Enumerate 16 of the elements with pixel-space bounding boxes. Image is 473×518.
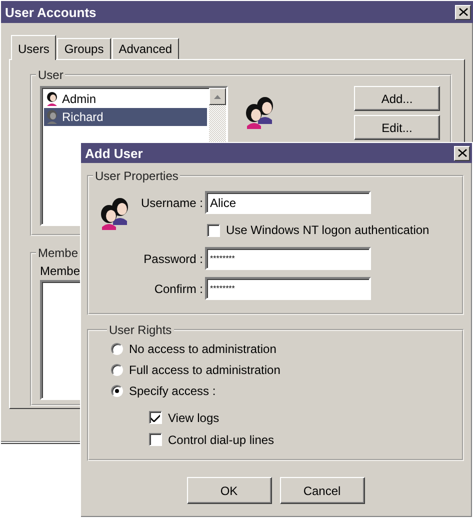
checkbox-label: View logs [168,410,220,424]
field-label: Password : [142,252,204,266]
checkbox-label: Control dial-up lines [168,432,274,446]
radio-label: Full access to administration [129,362,280,376]
field-label: Username : [140,196,204,210]
list-label: Membe [40,264,82,278]
group-label: User Properties [94,169,180,183]
dialog-title: Add User [85,146,143,160]
field-label: Confirm : [153,282,204,296]
radio-label: No access to administration [129,342,276,356]
radio-label: Specify access : [129,384,216,398]
group-label: User Rights [108,323,173,337]
group-label: Membe [37,246,80,260]
window-title: User Accounts [5,4,96,20]
checkbox-label: Use Windows NT logon authentication [226,223,430,237]
group-label: User [37,68,64,82]
